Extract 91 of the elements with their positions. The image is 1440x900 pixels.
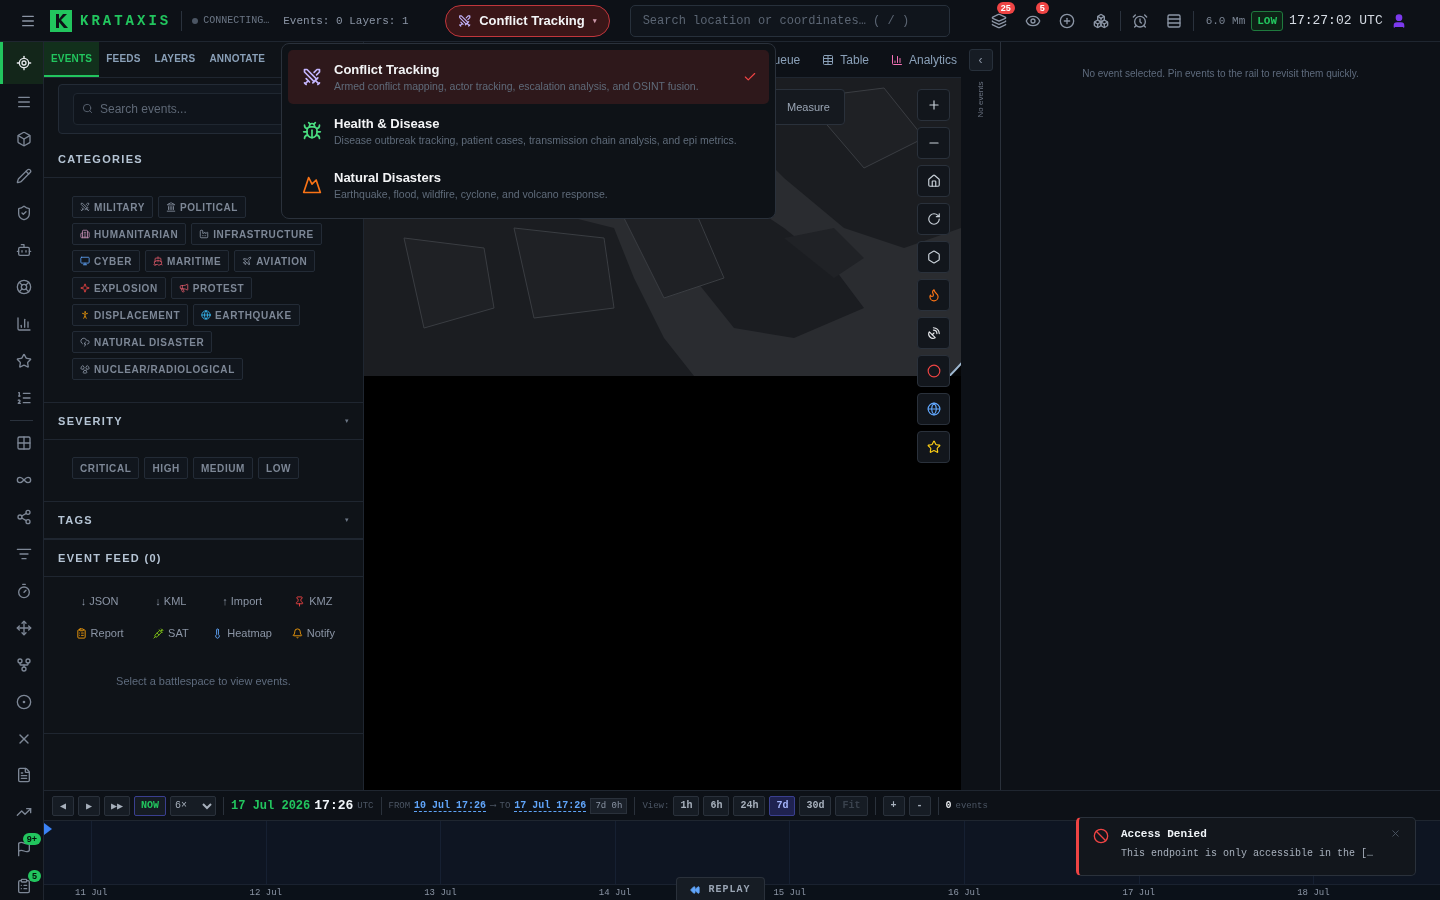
range-button[interactable]: 1h <box>673 795 700 816</box>
timezone-label: UTC <box>357 800 374 811</box>
threat-level-badge: LOW <box>1251 10 1284 31</box>
category-chip[interactable]: HUMANITARIAN <box>72 223 187 245</box>
count-label: events <box>955 800 988 811</box>
zoom-button[interactable]: + <box>882 795 905 816</box>
toast-message: This endpoint is only accessible in the [… <box>1121 848 1375 859</box>
severity-chip[interactable]: LOW <box>258 457 300 479</box>
mode-option[interactable]: Natural Disasters Earthquake, flood, wildfire, cyclone, and volcano response. <box>288 158 769 212</box>
day-label: 16 Jul <box>948 888 981 898</box>
playback-button[interactable]: ◀ <box>52 795 74 816</box>
export-action[interactable]: ↑ Import <box>206 593 278 609</box>
range-button[interactable]: 7d <box>769 795 796 816</box>
panel-tab[interactable]: FEEDS <box>99 42 148 77</box>
day-label: 12 Jul <box>249 888 282 898</box>
section-title: SEVERITY <box>58 415 123 427</box>
count-badge: 5 <box>28 869 41 882</box>
count-badge: 9+ <box>22 832 41 845</box>
clock: 17:27:02 UTC <box>1289 13 1383 28</box>
severity-chip[interactable]: HIGH <box>144 457 188 479</box>
mode-option[interactable]: Conflict Tracking Armed conflict mapping, actor tracking, escalation analysis, and OSINT fusion. <box>288 50 769 104</box>
view-label: View: <box>642 800 670 811</box>
day-label: 15 Jul <box>773 888 806 898</box>
severity-chip[interactable]: CRITICAL <box>72 457 140 479</box>
day-label: 11 Jul <box>75 888 108 898</box>
rail-button[interactable]: 9+ <box>0 830 43 868</box>
now-button[interactable]: NOW <box>134 795 167 816</box>
collapse-button[interactable]: ‹ <box>968 49 993 71</box>
range-button[interactable]: 24h <box>733 795 766 816</box>
range-button[interactable]: 6h <box>703 795 730 816</box>
event-count: 0 <box>945 800 952 811</box>
empty-message: Select a battlespace to view events. <box>115 675 292 687</box>
layers-button[interactable]: 25 <box>981 0 1016 41</box>
zoom-button[interactable]: - <box>908 795 931 816</box>
export-action[interactable]: Notify <box>277 625 349 641</box>
category-chip[interactable]: INFRASTRUCTURE <box>191 223 322 245</box>
section-title: EVENT FEED (0) <box>58 552 162 564</box>
export-action[interactable]: Heatmap <box>206 625 278 641</box>
toast-title: Access Denied <box>1121 828 1208 840</box>
category-chip[interactable]: CYBER <box>72 250 140 272</box>
to-label: TO <box>499 800 511 811</box>
connection-status: CONNECTING… <box>192 15 270 26</box>
day-label: 18 Jul <box>1297 888 1330 898</box>
view-tab[interactable]: Table <box>822 52 869 67</box>
eye-button[interactable]: 5 <box>1015 0 1050 41</box>
rail-button[interactable]: 5 <box>0 867 43 900</box>
brand-name: KRATAXIS <box>80 12 172 29</box>
section-title: CATEGORIES <box>58 152 143 165</box>
from-date-link[interactable]: 10 Jul 17:26 <box>414 799 487 812</box>
panel-tab[interactable]: EVENTS <box>44 42 100 77</box>
severity-chip[interactable]: MEDIUM <box>192 457 254 479</box>
category-chip[interactable]: NUCLEAR/RADIOLOGICAL <box>72 358 243 380</box>
day-label: 14 Jul <box>598 888 632 898</box>
current-date: 17 Jul 2026 <box>231 798 311 813</box>
span-chip: 7d 0h <box>590 797 628 814</box>
export-action[interactable]: ↓ JSON <box>64 593 136 609</box>
from-label: FROM <box>388 800 411 811</box>
export-action[interactable]: KMZ <box>277 593 349 609</box>
speed-select[interactable]: 6× <box>170 795 217 816</box>
day-label: 17 Jul <box>1122 888 1155 898</box>
scale-readout: 6.0 Mm <box>1205 14 1246 27</box>
export-action[interactable]: SAT <box>135 625 207 641</box>
export-action[interactable]: Report <box>64 625 136 641</box>
export-action[interactable]: ↓ KML <box>135 593 207 609</box>
category-chip[interactable]: MILITARY <box>72 196 153 218</box>
category-chip[interactable]: DISPLACEMENT <box>72 304 189 326</box>
day-label: 13 Jul <box>424 888 457 898</box>
count-badge: 5 <box>1035 1 1049 14</box>
replay-button[interactable]: REPLAY <box>676 877 765 900</box>
to-date-link[interactable]: 17 Jul 17:26 <box>514 799 587 812</box>
category-chip[interactable]: POLITICAL <box>157 196 247 218</box>
playback-button[interactable]: ▶▶ <box>104 795 131 816</box>
empty-message: No event selected. Pin events to the rail to revisit them quickly. <box>1081 68 1360 79</box>
panel-tab[interactable]: LAYERS <box>147 42 203 77</box>
count-badge: 25 <box>996 1 1015 14</box>
category-chip[interactable]: AVIATION <box>234 250 316 272</box>
playback-button[interactable]: ▶ <box>78 795 100 816</box>
strip-label: No events <box>976 81 985 118</box>
panel-tab[interactable]: ANNOTATE <box>202 42 273 77</box>
category-chip[interactable]: MARITIME <box>145 250 230 272</box>
category-chip[interactable]: EARTHQUAKE <box>193 304 300 326</box>
stats-text: Events: 0 Layers: 1 <box>283 14 409 27</box>
category-chip[interactable]: NATURAL DISASTER <box>72 331 213 353</box>
category-chip[interactable]: PROTEST <box>170 277 253 299</box>
section-title: TAGS <box>58 514 93 526</box>
range-button[interactable]: 30d <box>799 795 832 816</box>
category-chip[interactable]: EXPLOSION <box>72 277 166 299</box>
current-time: 17:26 <box>314 798 354 813</box>
range-arrow: ⟶ <box>490 800 496 811</box>
location-search-field[interactable]: Search location or coordinates… ( / ) <box>629 4 950 37</box>
view-tab[interactable]: Analytics <box>890 52 957 67</box>
